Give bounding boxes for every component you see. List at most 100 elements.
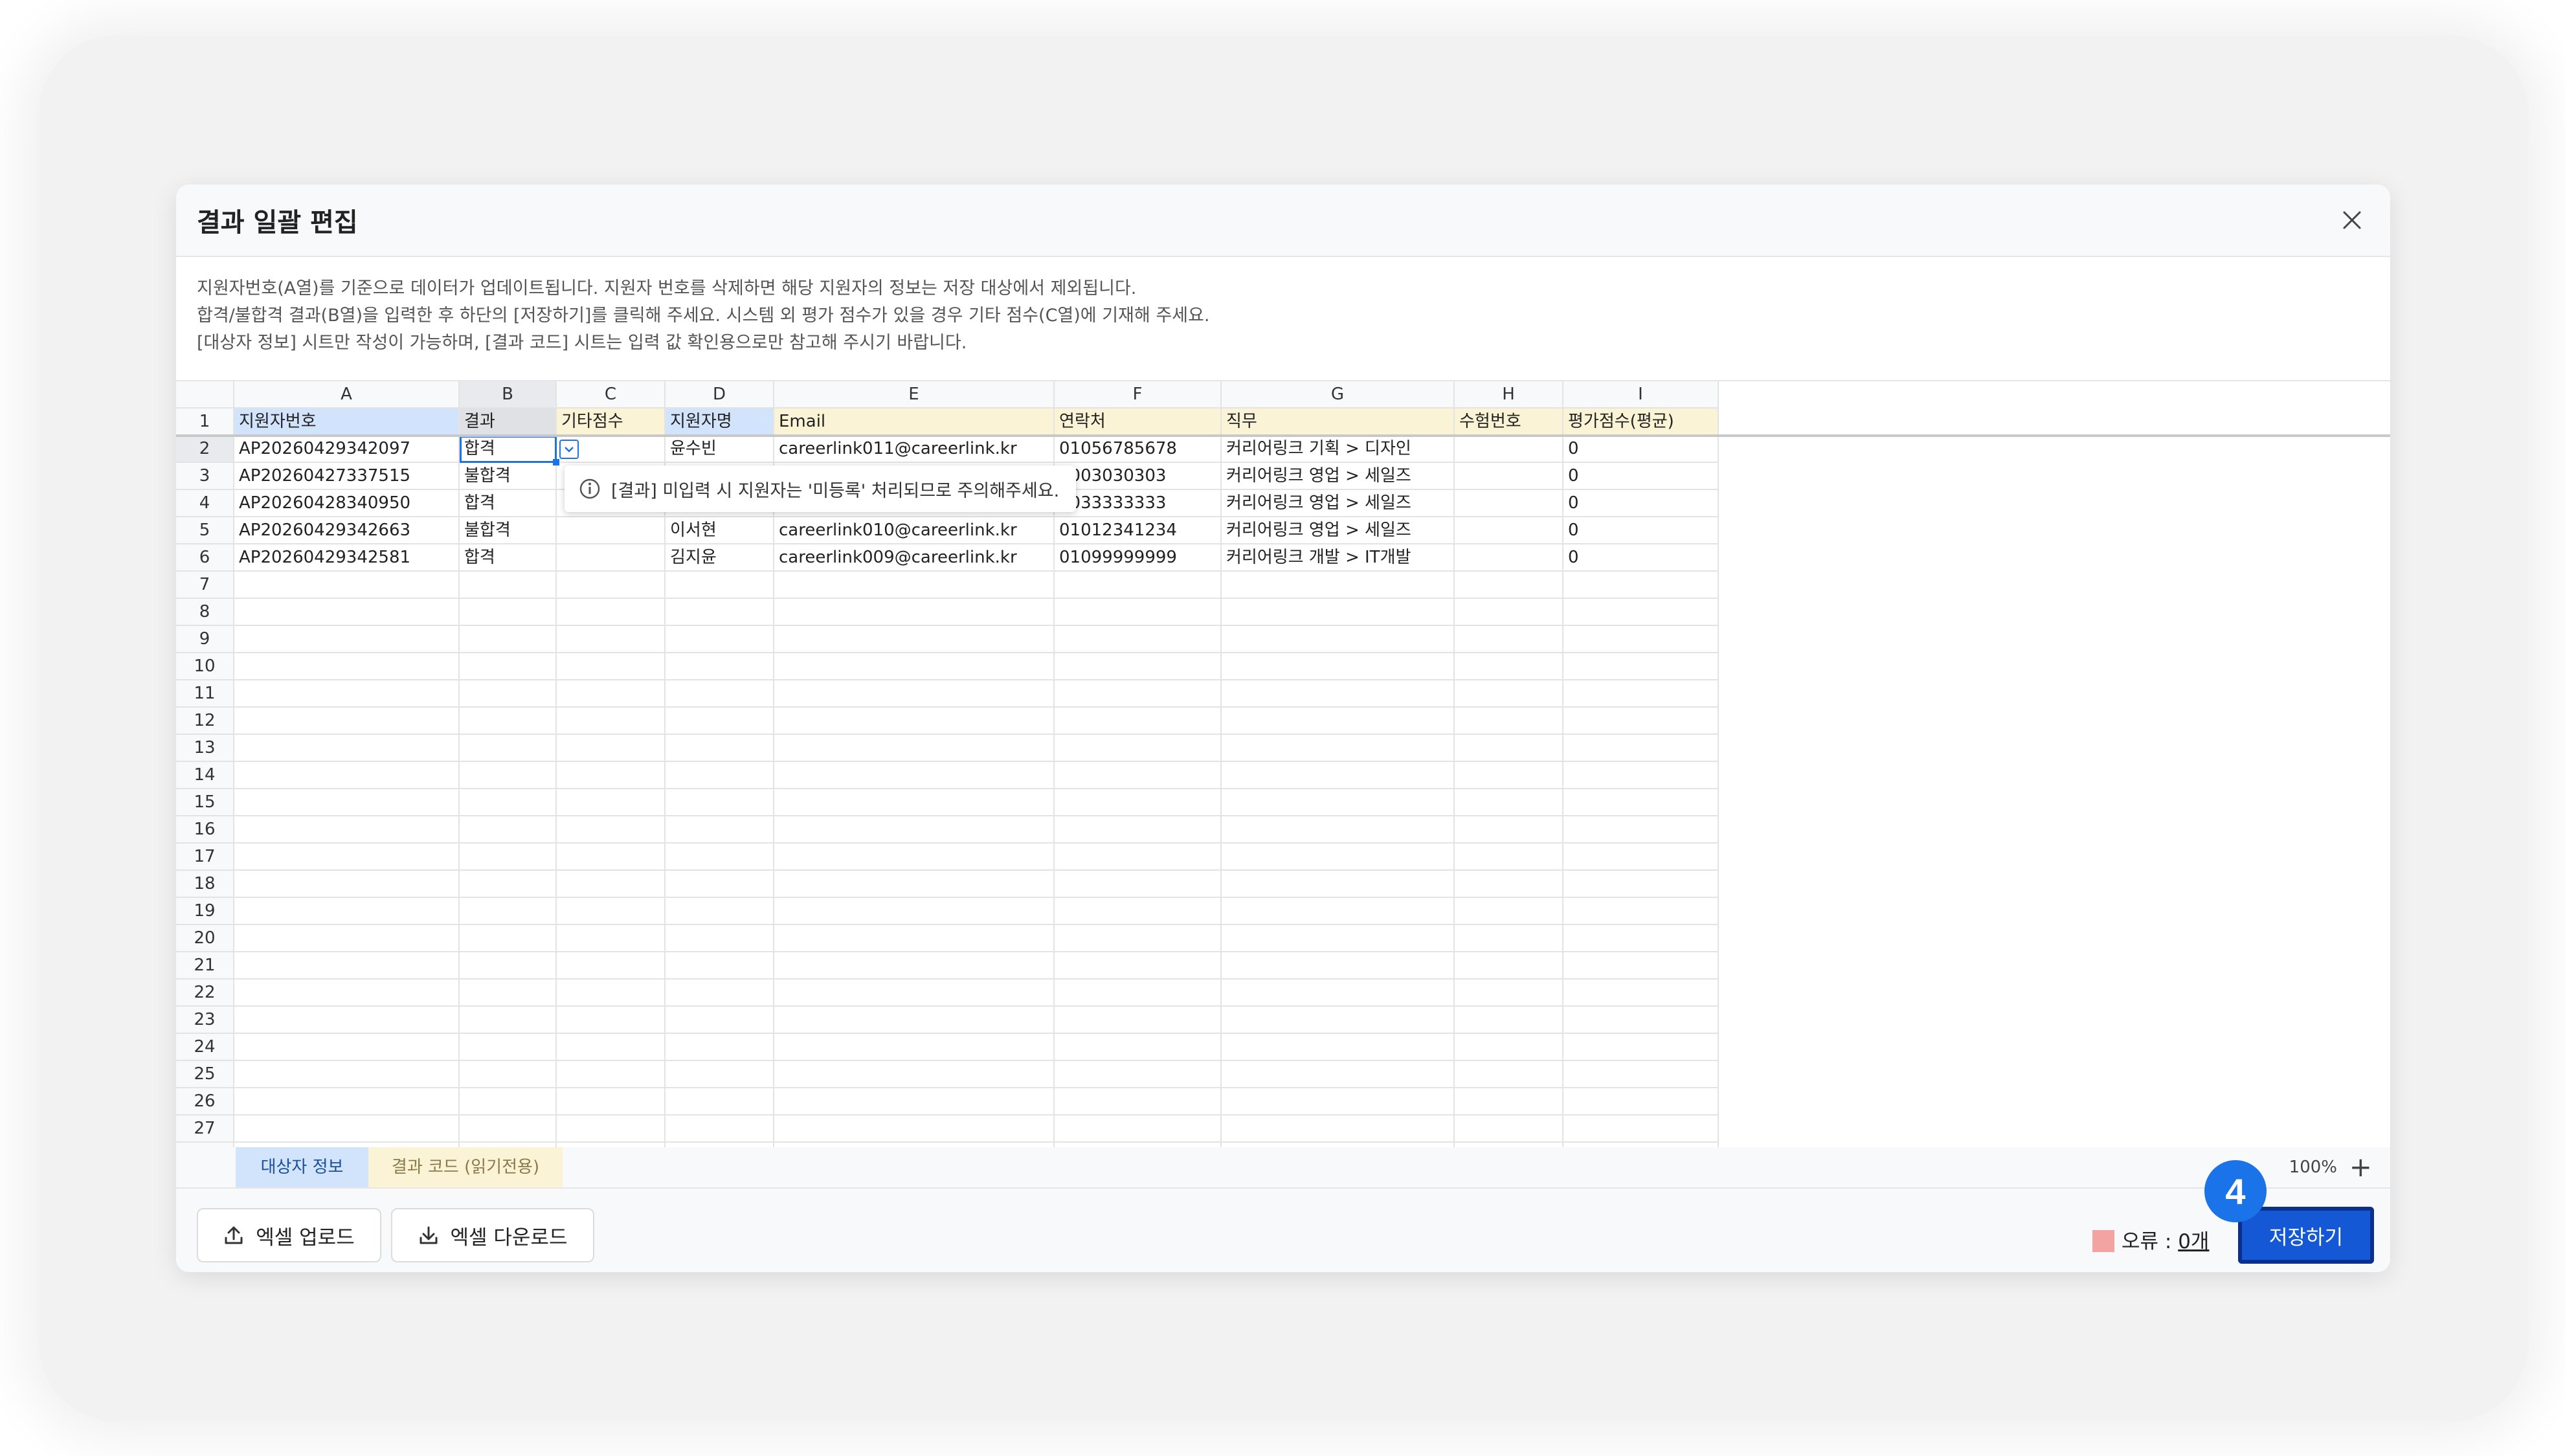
table-cell[interactable] xyxy=(774,653,1055,680)
table-cell[interactable] xyxy=(234,952,460,980)
table-cell[interactable] xyxy=(234,898,460,925)
table-cell[interactable] xyxy=(234,762,460,789)
table-cell[interactable] xyxy=(1222,599,1455,626)
table-cell[interactable]: careerlink011@careerlink.kr xyxy=(774,436,1055,463)
table-cell[interactable]: 불합격 xyxy=(460,463,557,490)
table-cell[interactable]: 김지윤 xyxy=(666,544,774,572)
table-cell[interactable] xyxy=(1222,735,1455,762)
table-cell[interactable]: 합격 xyxy=(460,490,557,517)
table-cell[interactable] xyxy=(557,952,666,980)
table-cell[interactable] xyxy=(774,1061,1055,1088)
table-cell[interactable] xyxy=(234,653,460,680)
table-cell[interactable] xyxy=(460,952,557,980)
table-cell[interactable] xyxy=(1222,1007,1455,1034)
zoom-in-button[interactable]: + xyxy=(2349,1151,2372,1183)
table-cell[interactable] xyxy=(460,762,557,789)
excel-download-button[interactable]: 엑셀 다운로드 xyxy=(391,1208,594,1262)
table-cell[interactable] xyxy=(1222,1061,1455,1088)
table-cell[interactable] xyxy=(774,1088,1055,1115)
table-cell[interactable] xyxy=(460,572,557,599)
table-cell[interactable] xyxy=(666,1088,774,1115)
column-title[interactable]: 연락처 xyxy=(1055,409,1222,436)
table-cell[interactable] xyxy=(666,952,774,980)
column-header[interactable]: I xyxy=(1563,381,1719,409)
table-cell[interactable]: 0 xyxy=(1563,517,1719,544)
table-cell[interactable] xyxy=(1222,653,1455,680)
table-cell[interactable] xyxy=(1455,572,1563,599)
table-cell[interactable] xyxy=(666,925,774,952)
table-cell[interactable] xyxy=(1055,1088,1222,1115)
table-cell[interactable] xyxy=(774,925,1055,952)
table-cell[interactable] xyxy=(1055,898,1222,925)
table-cell[interactable]: careerlink009@careerlink.kr xyxy=(774,544,1055,572)
table-cell[interactable] xyxy=(460,735,557,762)
table-cell[interactable] xyxy=(774,898,1055,925)
table-cell[interactable] xyxy=(1455,925,1563,952)
table-cell[interactable] xyxy=(1455,898,1563,925)
table-cell[interactable]: 이서현 xyxy=(666,517,774,544)
table-cell[interactable] xyxy=(557,626,666,653)
table-cell[interactable] xyxy=(1055,680,1222,708)
table-cell[interactable] xyxy=(234,708,460,735)
table-cell[interactable] xyxy=(1055,1034,1222,1061)
table-cell[interactable]: 1003030303 xyxy=(1055,463,1222,490)
excel-upload-button[interactable]: 엑셀 업로드 xyxy=(197,1208,381,1262)
table-cell[interactable]: 0 xyxy=(1563,490,1719,517)
table-cell[interactable]: 0 xyxy=(1563,544,1719,572)
table-cell[interactable] xyxy=(1563,599,1719,626)
table-cell[interactable] xyxy=(557,680,666,708)
table-cell[interactable] xyxy=(666,898,774,925)
table-cell[interactable] xyxy=(1055,599,1222,626)
row-number[interactable]: 8 xyxy=(176,599,234,626)
row-number[interactable]: 15 xyxy=(176,789,234,816)
table-cell[interactable] xyxy=(666,680,774,708)
table-cell[interactable] xyxy=(774,1034,1055,1061)
table-cell[interactable] xyxy=(666,789,774,816)
table-cell[interactable] xyxy=(1055,980,1222,1007)
row-number[interactable]: 17 xyxy=(176,844,234,871)
table-cell[interactable] xyxy=(460,980,557,1007)
row-number[interactable]: 21 xyxy=(176,952,234,980)
table-cell[interactable] xyxy=(774,626,1055,653)
table-cell[interactable] xyxy=(1455,952,1563,980)
table-cell[interactable]: AP20260428340950 xyxy=(234,490,460,517)
table-cell[interactable] xyxy=(1455,708,1563,735)
table-cell[interactable] xyxy=(557,544,666,572)
table-cell[interactable] xyxy=(557,871,666,898)
table-cell[interactable] xyxy=(460,1061,557,1088)
table-cell[interactable] xyxy=(1563,789,1719,816)
table-cell[interactable] xyxy=(1222,1034,1455,1061)
table-cell[interactable]: 불합격 xyxy=(460,517,557,544)
tab-result-code[interactable]: 결과 코드 (읽기전용) xyxy=(368,1147,563,1187)
select-all-corner[interactable] xyxy=(176,381,234,409)
table-cell[interactable] xyxy=(234,599,460,626)
row-number[interactable]: 11 xyxy=(176,680,234,708)
table-cell[interactable] xyxy=(666,1061,774,1088)
table-cell[interactable]: 커리어링크 기획 > 디자인 xyxy=(1222,436,1455,463)
table-cell[interactable] xyxy=(1055,572,1222,599)
table-cell[interactable] xyxy=(460,1115,557,1143)
table-cell[interactable] xyxy=(1563,816,1719,844)
table-cell[interactable] xyxy=(666,735,774,762)
table-cell[interactable] xyxy=(1055,1007,1222,1034)
table-cell[interactable] xyxy=(234,680,460,708)
table-cell[interactable] xyxy=(666,1034,774,1061)
table-cell[interactable] xyxy=(1455,653,1563,680)
table-cell[interactable] xyxy=(557,925,666,952)
table-cell[interactable]: 커리어링크 개발 > IT개발 xyxy=(1222,544,1455,572)
table-cell[interactable] xyxy=(1563,680,1719,708)
table-cell[interactable] xyxy=(460,626,557,653)
table-cell[interactable] xyxy=(557,708,666,735)
table-cell[interactable] xyxy=(1222,708,1455,735)
column-header[interactable]: G xyxy=(1222,381,1455,409)
table-cell[interactable] xyxy=(1222,898,1455,925)
table-cell[interactable] xyxy=(1455,789,1563,816)
table-cell[interactable]: AP20260429342663 xyxy=(234,517,460,544)
table-cell[interactable] xyxy=(1055,816,1222,844)
table-cell[interactable]: 합격 xyxy=(460,436,557,463)
table-cell[interactable] xyxy=(460,599,557,626)
table-cell[interactable] xyxy=(1455,816,1563,844)
table-cell[interactable]: 윤수빈 xyxy=(666,436,774,463)
table-cell[interactable] xyxy=(1455,436,1563,463)
table-cell[interactable] xyxy=(1455,735,1563,762)
